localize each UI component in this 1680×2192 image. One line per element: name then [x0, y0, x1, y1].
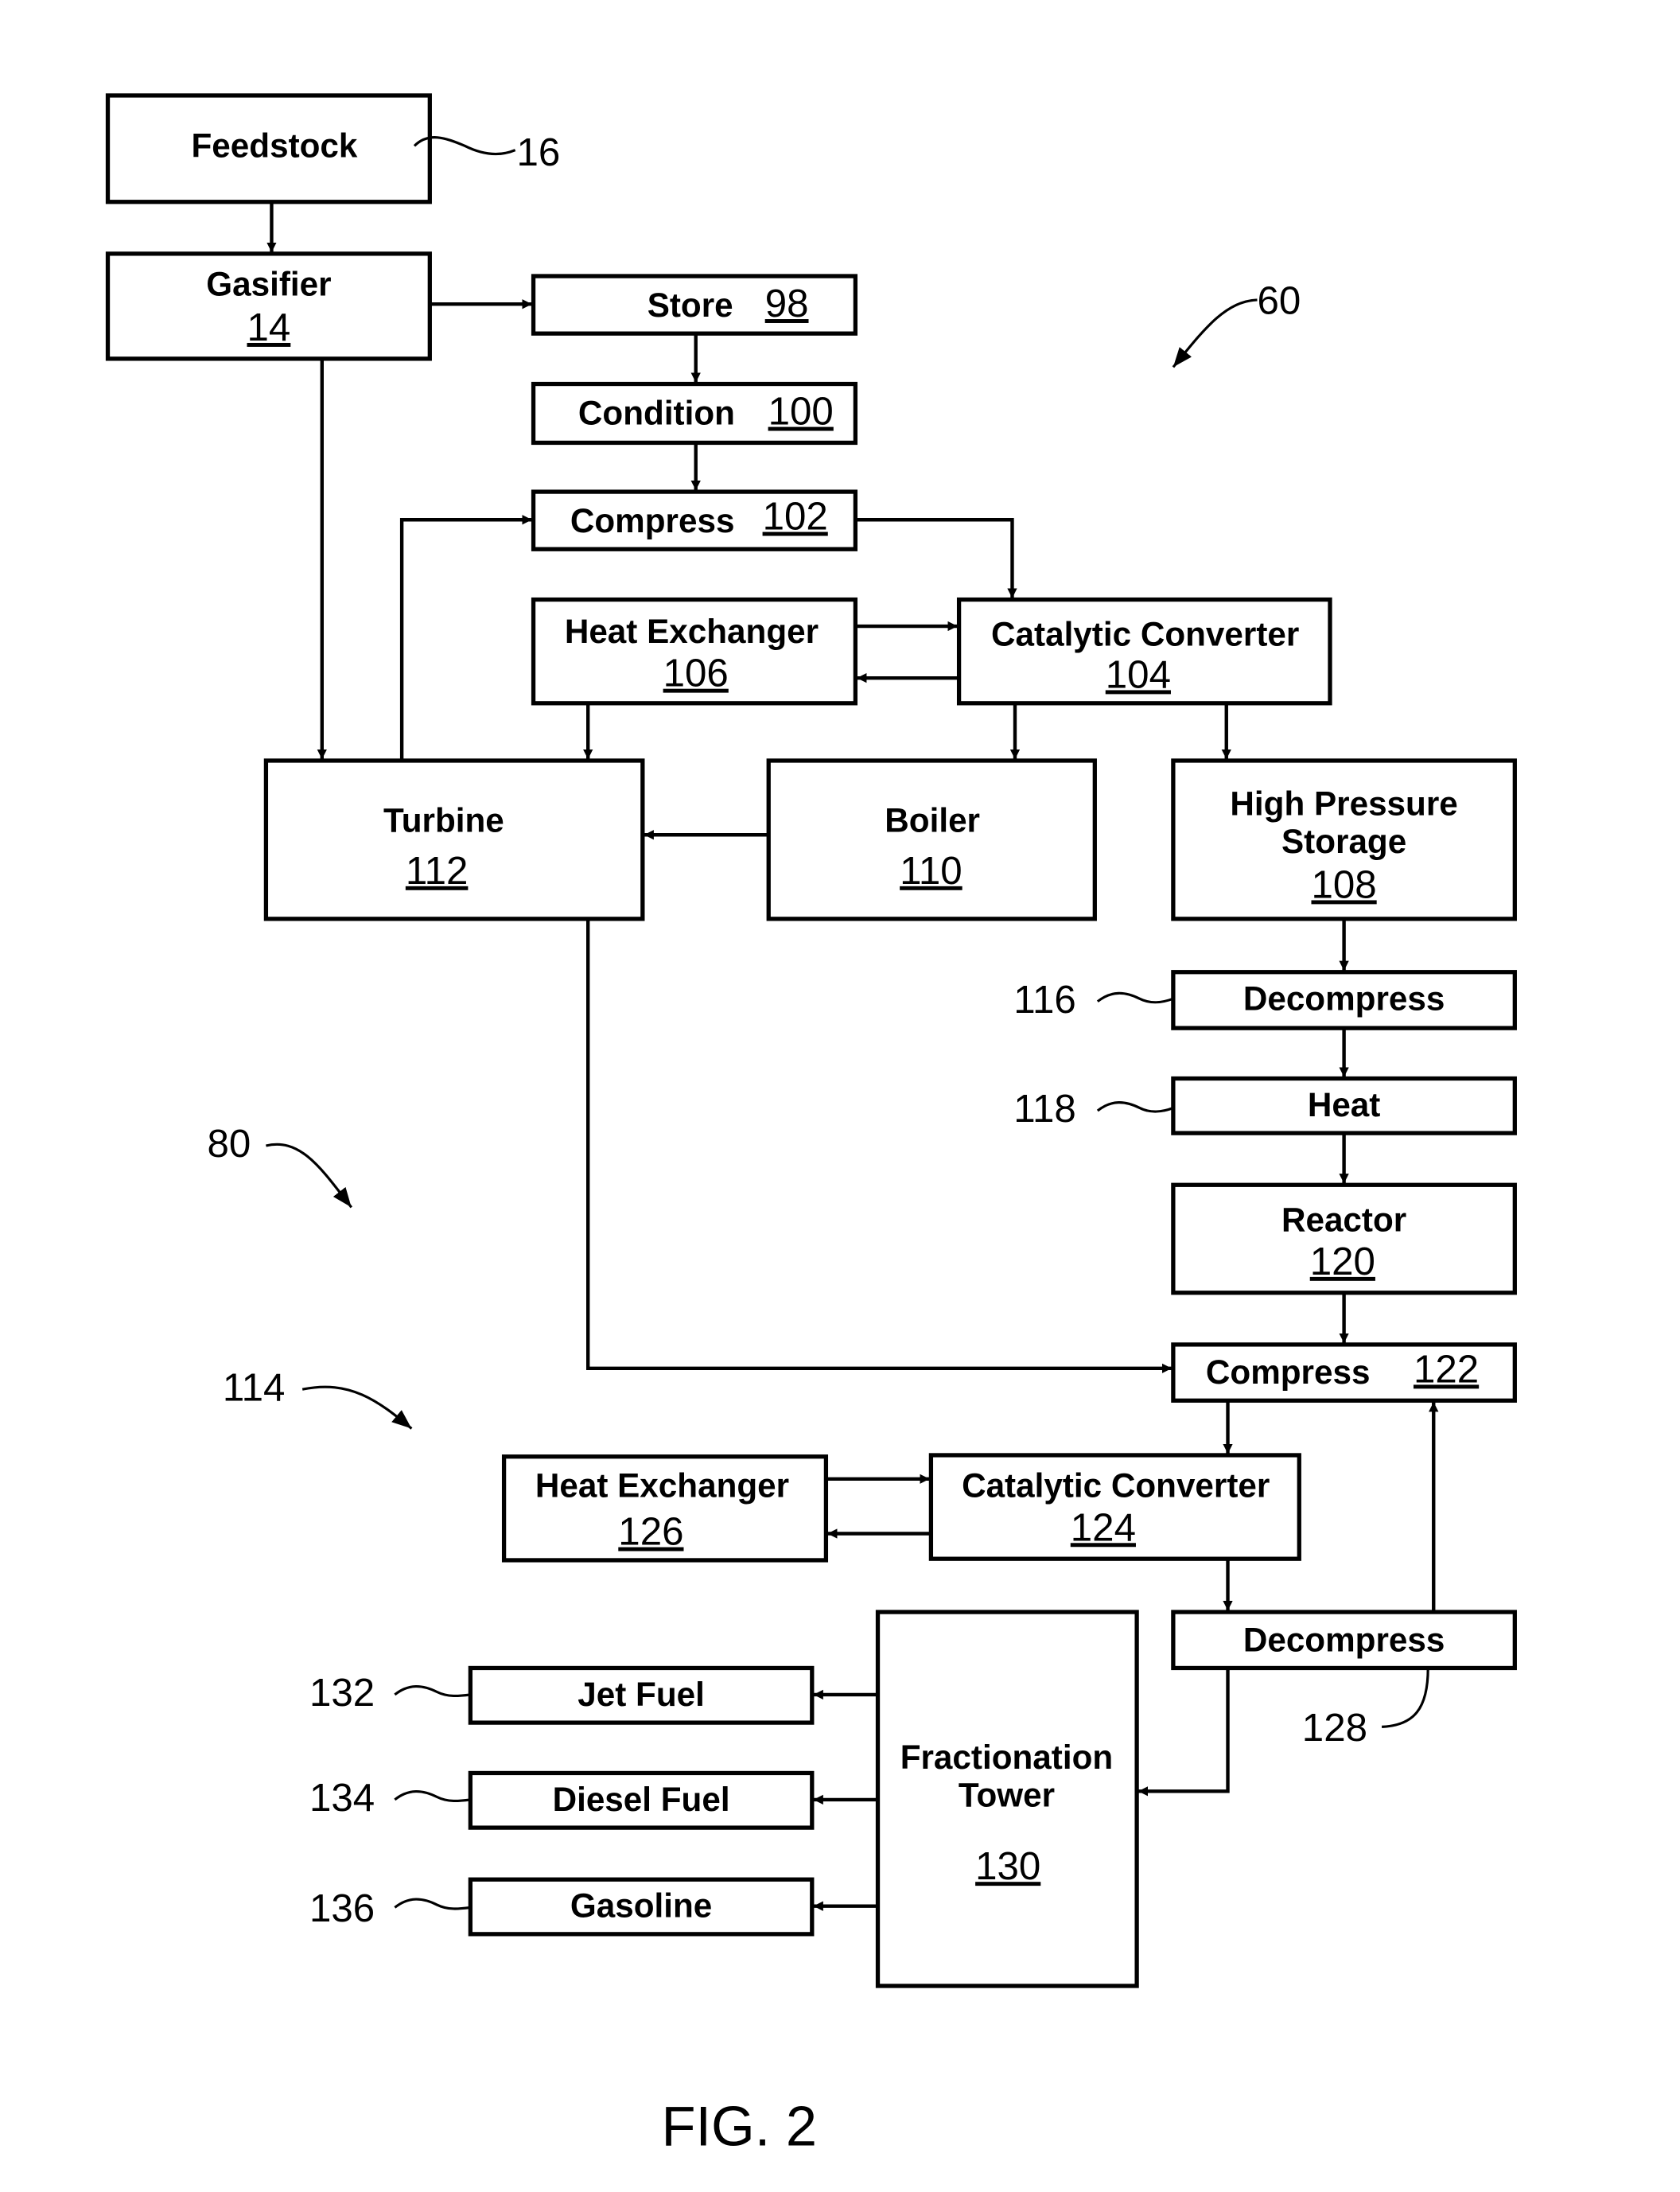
ref-118: 118	[1013, 1087, 1076, 1131]
high-pressure-storage-block: High Pressure Storage 108	[1171, 758, 1517, 921]
ref-80: 80	[207, 1122, 251, 1166]
compress-102-block: Compress 102	[531, 489, 858, 551]
turbine-label: Turbine	[383, 802, 504, 839]
decompress-128-block: Decompress	[1171, 1610, 1517, 1671]
heat-exchanger-126-label: Heat Exchanger	[535, 1467, 789, 1505]
fractionation-tower-label-line2: Tower	[959, 1777, 1055, 1814]
ref-60: 60	[1257, 279, 1301, 323]
diesel-fuel-block: Diesel Fuel	[468, 1770, 815, 1830]
store-number: 98	[765, 282, 809, 325]
gasifier-label: Gasifier	[206, 266, 331, 303]
heat-exchanger-126-number: 126	[618, 1510, 683, 1554]
heat-exchanger-126-block: Heat Exchanger 126	[501, 1454, 829, 1563]
diesel-fuel-label: Diesel Fuel	[553, 1781, 730, 1818]
turbine-block: Turbine 112	[263, 758, 645, 921]
reactor-block: Reactor 120	[1171, 1182, 1517, 1295]
figure-label: FIG. 2	[661, 2095, 817, 2158]
turbine-number: 112	[406, 849, 469, 893]
high-pressure-storage-number: 108	[1311, 862, 1376, 906]
ref-136: 136	[309, 1886, 375, 1930]
ref-16: 16	[516, 130, 560, 174]
ref-134: 134	[309, 1776, 375, 1820]
leader-118	[1096, 1101, 1174, 1113]
catalytic-converter-104-number: 104	[1106, 652, 1171, 696]
gasifier-number: 14	[247, 306, 291, 349]
heat-exchanger-106-label: Heat Exchanger	[565, 613, 819, 650]
compress-122-label: Compress	[1206, 1353, 1371, 1391]
gasoline-label: Gasoline	[570, 1887, 712, 1925]
leader-128	[1382, 1668, 1429, 1728]
ref-114: 114	[223, 1365, 286, 1409]
feedstock-block: Feedstock	[105, 93, 432, 204]
ref-128: 128	[1302, 1706, 1367, 1750]
arrow-compress-to-catalytic	[855, 518, 1017, 598]
catalytic-converter-104-label: Catalytic Converter	[991, 616, 1299, 653]
fractionation-tower-label-line1: Fractionation	[900, 1738, 1114, 1776]
high-pressure-storage-label-line2: Storage	[1281, 823, 1406, 860]
catalytic-converter-124-block: Catalytic Converter 124	[928, 1453, 1301, 1561]
decompress-116-block: Decompress	[1171, 970, 1517, 1030]
high-pressure-storage-label-line1: High Pressure	[1230, 785, 1457, 823]
jet-fuel-label: Jet Fuel	[578, 1676, 705, 1713]
catalytic-converter-104-block: Catalytic Converter 104	[956, 597, 1332, 706]
pointer-arrow-60	[1172, 298, 1258, 368]
leader-116	[1096, 991, 1174, 1004]
ref-116: 116	[1013, 978, 1076, 1022]
process-flow-diagram: Feedstock Gasifier 14 Store 98 Condition…	[105, 93, 1517, 2158]
feedstock-label: Feedstock	[192, 127, 358, 164]
pointer-arrow-80	[266, 1143, 353, 1209]
arrow-turbine-to-compress	[399, 515, 532, 761]
ref-132: 132	[309, 1671, 375, 1715]
fractionation-tower-number: 130	[975, 1844, 1040, 1888]
heat-118-label: Heat	[1308, 1086, 1381, 1123]
condition-label: Condition	[578, 395, 735, 432]
compress-102-number: 102	[763, 495, 828, 539]
jet-fuel-block: Jet Fuel	[468, 1665, 815, 1725]
store-block: Store 98	[531, 274, 858, 336]
leader-136	[394, 1898, 471, 1910]
decompress-128-label: Decompress	[1243, 1621, 1445, 1658]
reactor-number: 120	[1310, 1240, 1375, 1283]
arrow-turbine-to-compress-122	[586, 918, 1172, 1373]
heat-118-block: Heat	[1171, 1076, 1517, 1135]
decompress-116-label: Decompress	[1243, 979, 1445, 1017]
gasoline-block: Gasoline	[468, 1877, 815, 1937]
fractionation-tower-block: Fractionation Tower 130	[875, 1610, 1139, 1988]
compress-122-block: Compress 122	[1171, 1342, 1517, 1403]
condition-number: 100	[768, 390, 834, 434]
condition-block: Condition 100	[531, 381, 858, 446]
boiler-block: Boiler 110	[766, 758, 1097, 921]
heat-exchanger-106-block: Heat Exchanger 106	[531, 597, 858, 706]
leader-134	[394, 1789, 471, 1803]
catalytic-converter-124-number: 124	[1071, 1505, 1136, 1549]
arrow-decompress-to-fractionation	[1138, 1668, 1230, 1797]
boiler-number: 110	[900, 849, 962, 893]
heat-exchanger-106-number: 106	[663, 652, 729, 695]
compress-122-number: 122	[1414, 1347, 1479, 1391]
reactor-label: Reactor	[1281, 1201, 1406, 1238]
boiler-label: Boiler	[885, 802, 980, 839]
leader-132	[394, 1684, 471, 1698]
pointer-arrow-114	[301, 1385, 413, 1430]
store-label: Store	[648, 286, 733, 324]
gasifier-block: Gasifier 14	[105, 251, 432, 361]
compress-102-label: Compress	[570, 502, 735, 539]
catalytic-converter-124-label: Catalytic Converter	[962, 1467, 1270, 1505]
